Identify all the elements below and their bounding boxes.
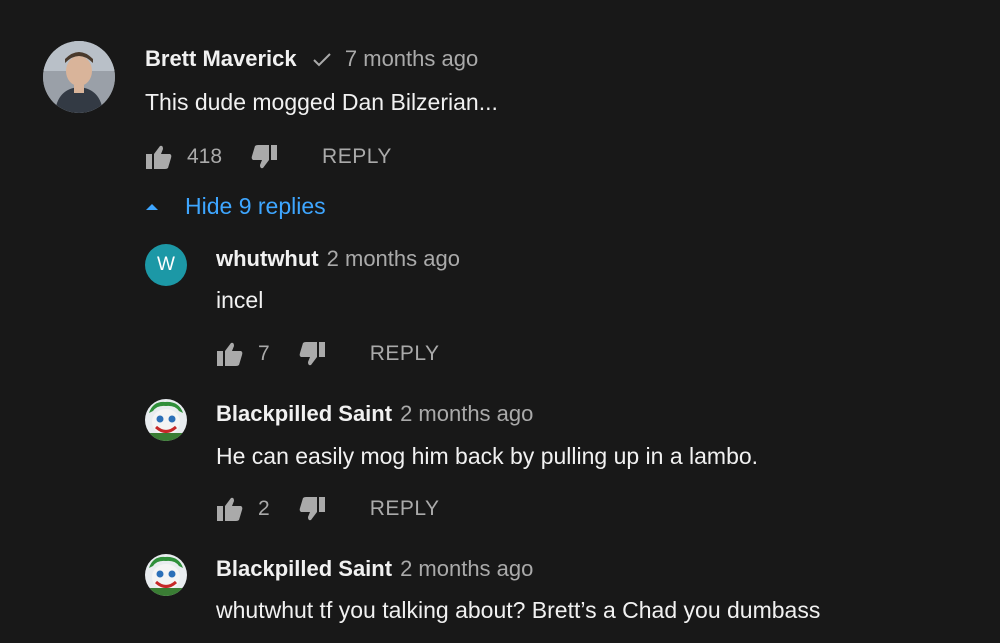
- joker-avatar-icon: [145, 399, 187, 441]
- reply-text: incel: [216, 287, 264, 313]
- author-name[interactable]: Brett Maverick: [145, 46, 297, 71]
- reply-button[interactable]: REPLY: [370, 342, 440, 366]
- avatar[interactable]: [43, 41, 115, 113]
- reply-actions: 7 REPLY: [216, 339, 440, 369]
- thumbs-up-icon: [146, 145, 172, 169]
- reply-button[interactable]: REPLY: [322, 145, 392, 169]
- reply-timestamp[interactable]: 2 months ago: [400, 556, 533, 581]
- author-name[interactable]: Blackpilled Saint: [216, 556, 392, 581]
- like-button[interactable]: [145, 144, 173, 170]
- like-count: 7: [258, 342, 270, 365]
- verified-check-icon: [313, 47, 331, 73]
- comments-section: Brett Maverick 7 months ago This dude mo…: [0, 0, 1000, 643]
- dislike-button[interactable]: [298, 496, 326, 522]
- comment-actions: 418 REPLY: [145, 142, 392, 172]
- like-count: 2: [258, 497, 270, 520]
- dislike-button[interactable]: [250, 144, 278, 170]
- reply-author[interactable]: Blackpilled Saint 2 months ago: [216, 556, 533, 582]
- thumbs-up-icon: [217, 497, 243, 521]
- dislike-button[interactable]: [298, 341, 326, 367]
- reply-author[interactable]: Blackpilled Saint 2 months ago: [216, 401, 533, 427]
- reply-timestamp[interactable]: 2 months ago: [400, 401, 533, 426]
- thumbs-up-icon: [217, 342, 243, 366]
- hide-replies-label[interactable]: Hide 9 replies: [185, 193, 326, 220]
- reply-author[interactable]: whutwhut 2 months ago: [216, 246, 460, 272]
- reply-actions: 2 REPLY: [216, 494, 440, 524]
- thumbs-down-icon: [299, 497, 325, 521]
- comment-author[interactable]: Brett Maverick 7 months ago: [145, 46, 478, 73]
- like-button[interactable]: [216, 496, 244, 522]
- avatar[interactable]: W: [145, 244, 187, 286]
- avatar[interactable]: [145, 554, 187, 596]
- avatar-letter: W: [157, 254, 175, 275]
- author-name[interactable]: Blackpilled Saint: [216, 401, 392, 426]
- joker-avatar-icon: [145, 554, 187, 596]
- hide-replies-button[interactable]: Hide 9 replies: [145, 193, 326, 220]
- comment-timestamp[interactable]: 7 months ago: [345, 46, 478, 71]
- author-name[interactable]: whutwhut: [216, 246, 319, 271]
- comment-text: This dude mogged Dan Bilzerian...: [145, 89, 498, 115]
- avatar-photo-icon: [43, 41, 115, 113]
- reply-timestamp[interactable]: 2 months ago: [327, 246, 460, 271]
- avatar[interactable]: [145, 399, 187, 441]
- reply-text: whutwhut tf you talking about? Brett’s a…: [216, 597, 821, 623]
- thumbs-down-icon: [251, 145, 278, 169]
- thumbs-down-icon: [299, 342, 325, 366]
- caret-up-icon: [146, 203, 158, 210]
- like-count: 418: [187, 145, 223, 168]
- like-button[interactable]: [216, 341, 244, 367]
- reply-button[interactable]: REPLY: [370, 497, 440, 521]
- reply-text: He can easily mog him back by pulling up…: [216, 443, 759, 469]
